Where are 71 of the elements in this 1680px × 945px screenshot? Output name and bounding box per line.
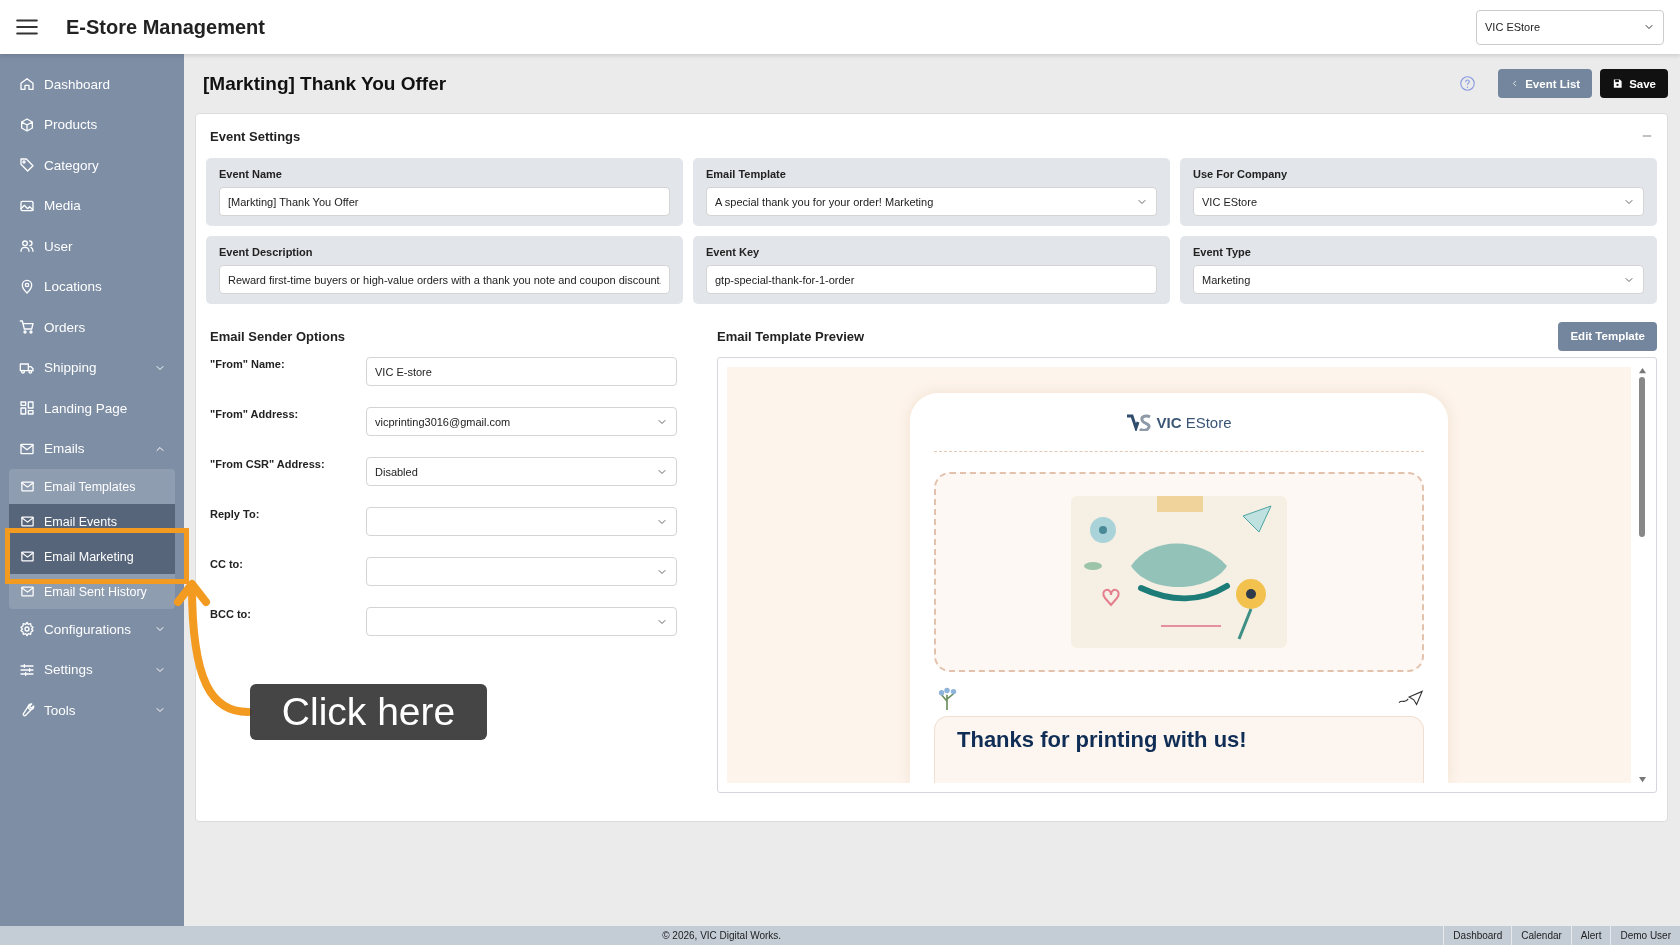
footer-link[interactable]: Demo User <box>1610 926 1680 945</box>
footer-link[interactable]: Alert <box>1570 926 1611 945</box>
field-label: BCC to: <box>210 607 252 620</box>
dropdown[interactable]: VIC EStore <box>1193 187 1644 216</box>
gear-icon <box>19 621 35 638</box>
page-title: [Markting] Thank You Offer <box>202 72 448 95</box>
field-label: Reply To: <box>210 507 261 520</box>
scroll-down-icon[interactable] <box>1637 776 1647 783</box>
mail-icon <box>20 514 35 529</box>
text-field[interactable]: Reward first-time buyers or high-value orders with a thank you note and coupon discount. <box>219 265 670 294</box>
copyright-text: © 2026, VIC Digital Works. <box>661 930 783 941</box>
dropdown[interactable]: Marketing <box>1193 265 1644 294</box>
mail-icon <box>20 584 35 599</box>
section-title: Email Sender Options <box>210 328 346 344</box>
footer-link[interactable]: Dashboard <box>1443 926 1512 945</box>
cart-icon <box>19 319 35 336</box>
text-field[interactable]: [Markting] Thank You Offer <box>219 187 670 216</box>
sidebar-item[interactable]: Dashboard <box>0 64 184 105</box>
click-here-callout: Click here <box>250 684 487 740</box>
sidebar-item[interactable]: Category <box>0 145 184 186</box>
field-label: Event Type <box>1193 246 1252 258</box>
sidebar-item[interactable]: Media <box>0 185 184 226</box>
logo-icon <box>1126 413 1153 431</box>
home-icon <box>19 76 35 93</box>
sliders-icon <box>19 661 35 678</box>
sidebar-subitem[interactable]: Email Marketing <box>9 539 175 574</box>
scrollbar[interactable] <box>1637 367 1647 783</box>
field-label: "From CSR" Address: <box>210 457 326 470</box>
text-field[interactable]: gtp-special-thank-for-1-order <box>706 265 1157 294</box>
section-title: Event Settings <box>210 128 301 144</box>
sidebar-item[interactable]: Tools <box>0 690 184 731</box>
field-label: Email Template <box>706 168 787 180</box>
sidebar-item[interactable]: Emails <box>0 428 184 469</box>
text-field[interactable]: VIC E-store <box>366 357 677 386</box>
footer-link[interactable]: Calendar <box>1511 926 1571 945</box>
dropdown[interactable]: A special thank you for your order! Marketing <box>706 187 1157 216</box>
back-button[interactable]: Event List <box>1498 69 1593 98</box>
field-label: Event Name <box>219 168 283 180</box>
field-label: Use For Company <box>1193 168 1289 180</box>
sidebar-item[interactable]: Configurations <box>0 609 184 650</box>
logo-text: VIC EStore <box>1156 413 1232 431</box>
save-icon <box>1612 78 1624 89</box>
edit-template-button[interactable]: Edit Template <box>1558 321 1657 351</box>
location-pin-icon <box>19 278 35 295</box>
sidebar-item[interactable]: Landing Page <box>0 388 184 429</box>
field-label: Event Description <box>219 246 314 258</box>
users-icon <box>19 238 35 255</box>
tag-icon <box>19 157 35 174</box>
scroll-up-icon[interactable] <box>1637 367 1647 374</box>
field-label: Event Key <box>706 246 761 258</box>
sidebar-item[interactable]: User <box>0 226 184 267</box>
grid-icon <box>19 400 35 417</box>
field-label: "From" Address: <box>210 407 300 420</box>
email-heading: Thanks for printing with us! <box>957 727 1248 753</box>
field-label: "From" Name: <box>210 357 286 370</box>
sidebar-item[interactable]: Shipping <box>0 347 184 388</box>
dropdown[interactable]: Disabled <box>366 457 677 486</box>
box-icon <box>19 116 35 133</box>
section-title: Email Template Preview <box>717 328 865 344</box>
store-dropdown[interactable]: VIC EStore <box>1476 9 1664 45</box>
mail-icon <box>20 549 35 564</box>
mail-icon <box>20 479 35 494</box>
sidebar-item[interactable]: Locations <box>0 266 184 307</box>
dropdown[interactable]: vicprinting3016@gmail.com <box>366 407 677 436</box>
field-label: CC to: <box>210 557 244 570</box>
sidebar-item[interactable]: Settings <box>0 649 184 690</box>
sidebar-item[interactable]: Products <box>0 104 184 145</box>
save-button[interactable]: Save <box>1600 69 1668 98</box>
sidebar-item[interactable]: Orders <box>0 307 184 348</box>
app-title: E-Store Management <box>66 15 266 39</box>
help-icon <box>1459 75 1477 92</box>
